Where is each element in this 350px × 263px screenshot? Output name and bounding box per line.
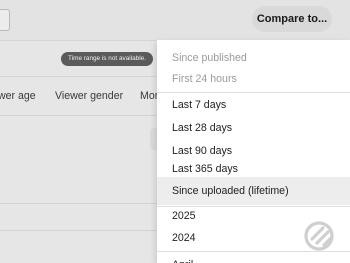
menu-divider bbox=[157, 92, 350, 93]
compare-to-button[interactable]: Compare to... bbox=[252, 6, 332, 32]
menu-item-april[interactable]: April bbox=[157, 254, 350, 263]
divider bbox=[0, 76, 160, 77]
tab-more[interactable]: Mor bbox=[140, 88, 158, 104]
divider bbox=[0, 203, 160, 204]
menu-item-last-7-days[interactable]: Last 7 days bbox=[157, 94, 350, 116]
menu-item-last-28-days[interactable]: Last 28 days bbox=[157, 117, 350, 139]
menu-item-since-published: Since published bbox=[172, 52, 247, 64]
tab-viewer-gender[interactable]: Viewer gender bbox=[55, 88, 123, 104]
report-tabs: wer age Viewer gender Mor bbox=[0, 88, 160, 106]
time-range-notice-badge: Time range is not available. bbox=[61, 52, 153, 66]
menu-item-first-24-hours: First 24 hours bbox=[172, 73, 237, 85]
top-bar: Compare to... bbox=[0, 0, 350, 40]
divider bbox=[0, 230, 160, 231]
divider bbox=[0, 115, 160, 116]
tab-viewer-age[interactable]: wer age bbox=[0, 88, 36, 104]
date-input-field[interactable] bbox=[0, 9, 10, 31]
menu-item-since-uploaded-lifetime[interactable]: Since uploaded (lifetime) bbox=[157, 177, 350, 205]
logo-watermark-icon bbox=[303, 218, 337, 252]
